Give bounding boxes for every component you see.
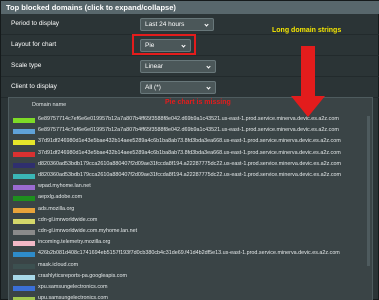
scale-value: Linear xyxy=(145,63,164,70)
domain-name: wpad.myhome.lan.net xyxy=(38,183,91,190)
domain-list-item: d820360ad53bdb179cca2610a880407f2d09ae31… xyxy=(9,171,374,181)
layout-highlight-box xyxy=(132,34,196,55)
arrow-head-icon xyxy=(291,96,325,117)
domain-list-item: wpad.myhome.lan.net xyxy=(9,182,374,192)
domain-list-item: ads.mozilla.org xyxy=(9,205,374,215)
domain-list-item: cdn-gl.imrworldwide.com xyxy=(9,216,374,226)
client-row: Client to display All (*) xyxy=(1,77,379,98)
color-swatch xyxy=(13,207,35,213)
color-swatch xyxy=(13,230,35,235)
domain-name: cdn-gl.imrworldwide.com xyxy=(38,216,98,223)
domain-list-item: incoming.telemetry.mozilla.org xyxy=(9,238,374,248)
domain-list-item: 426b2b081d408c1741694eb5157f193f7d0cb380… xyxy=(9,249,374,259)
client-value: All (*) xyxy=(145,84,161,91)
arrow-down-icon xyxy=(301,46,315,96)
color-swatch xyxy=(13,129,35,135)
client-select[interactable]: All (*) xyxy=(140,81,216,94)
color-swatch xyxy=(13,252,35,258)
color-swatch xyxy=(13,274,35,280)
scale-select[interactable]: Linear xyxy=(140,60,216,73)
scrollbar[interactable] xyxy=(367,116,370,266)
scale-label: Scale type xyxy=(11,62,42,69)
domain-name: 426b2b081d408c1741694eb5157f193f7d0cb380… xyxy=(38,250,340,257)
domain-list-item: mask.icloud.com xyxy=(9,261,374,271)
domain-name: xpu.samsungelectronics.com xyxy=(38,284,108,290)
color-swatch xyxy=(13,162,35,168)
chevron-down-icon xyxy=(206,64,211,69)
color-swatch xyxy=(13,196,35,202)
domain-name: d820360ad53bdb179cca2610a880407f2d09ae31… xyxy=(38,172,341,178)
color-swatch xyxy=(13,286,35,291)
domain-name: 37d91df246980d1e43e5bae432b14aee5289a4c6… xyxy=(38,138,341,145)
pie-missing-annotation: Pie chart is missing xyxy=(165,99,231,106)
period-label: Period to display xyxy=(11,20,60,27)
scale-row: Scale type Linear xyxy=(1,56,379,77)
domain-list-item: 37d91df246980d1e43e5bae432b14aee5289a4c6… xyxy=(9,137,374,147)
domain-name: d820360ad53bdb179cca2610a880407f2d09ae31… xyxy=(38,160,341,167)
domain-name: crashlyticsreports-pa.googleapis.com xyxy=(38,272,127,279)
period-value: Last 24 hours xyxy=(145,21,185,28)
color-swatch xyxy=(13,241,35,247)
domain-list-item: xpu.samsungelectronics.com xyxy=(9,283,374,293)
domain-name: cdn-gl.imrworldwide.com.myhome.lan.net xyxy=(38,228,138,234)
domain-name: 6e89757714c7ef6e6e019957b12a7a807b4ff65f… xyxy=(38,127,339,134)
domain-name: aepxlg.adobe.com xyxy=(38,194,83,201)
period-select[interactable]: Last 24 hours xyxy=(140,18,214,31)
domain-name: mask.icloud.com xyxy=(38,261,79,268)
domain-name: ads.mozilla.org xyxy=(38,205,75,212)
layout-label: Layout for chart xyxy=(11,41,57,48)
domain-list: Domain name Pie chart is missing 6e89757… xyxy=(8,97,373,300)
domain-list-item: crashlyticsreports-pa.googleapis.com xyxy=(9,272,374,282)
domain-name: upu.samsungelectronics.com xyxy=(38,295,108,300)
color-swatch xyxy=(13,151,35,157)
top-blocked-domains-panel: Top blocked domains (click to expand/col… xyxy=(0,0,379,300)
domain-list-item: upu.samsungelectronics.com xyxy=(9,294,374,300)
domain-list-item: d820360ad53bdb179cca2610a880407f2d09ae31… xyxy=(9,160,374,170)
color-swatch xyxy=(13,185,35,191)
chevron-down-icon xyxy=(204,22,209,27)
domain-list-item: aepxlg.adobe.com xyxy=(9,193,374,203)
panel-title[interactable]: Top blocked domains (click to expand/col… xyxy=(1,1,379,14)
domain-name: 37d91df246980d1e43e5bae432b14aee5289a4c6… xyxy=(38,149,341,156)
domain-name: incoming.telemetry.mozilla.org xyxy=(38,239,111,246)
color-swatch xyxy=(13,174,35,179)
domain-list-item: 37d91df246980d1e43e5bae432b14aee5289a4c6… xyxy=(9,149,374,159)
color-swatch xyxy=(13,218,35,224)
domain-column-header[interactable]: Domain name xyxy=(32,102,66,108)
chevron-down-icon xyxy=(206,85,211,90)
color-swatch xyxy=(13,118,35,123)
color-swatch xyxy=(13,263,35,269)
domain-list-item: 6e89757714c7ef6e6e019957b12a7a807b4ff65f… xyxy=(9,126,374,136)
client-label: Client to display xyxy=(11,83,57,90)
color-swatch xyxy=(13,140,35,146)
domain-list-item: cdn-gl.imrworldwide.com.myhome.lan.net xyxy=(9,227,374,237)
long-domains-annotation: Long domain strings xyxy=(272,27,342,34)
